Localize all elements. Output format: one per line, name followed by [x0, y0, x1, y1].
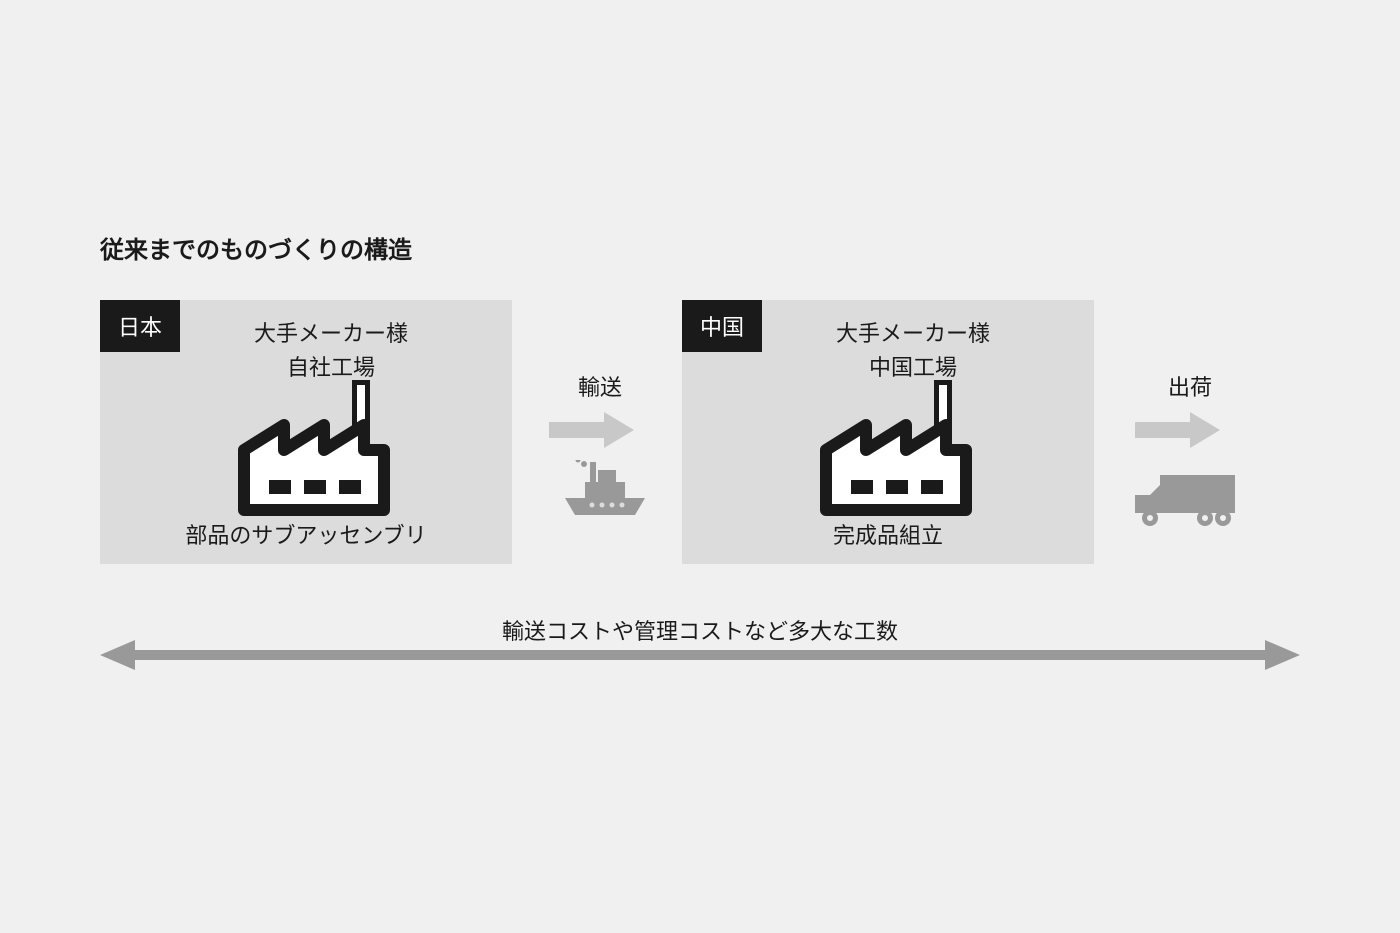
- japan-line2: 自社工場: [100, 350, 512, 382]
- japan-panel: 日本 大手メーカー様 自社工場 部品のサブアッセンブリ: [100, 300, 512, 564]
- arrow-right-icon: [544, 410, 644, 455]
- truck-icon: [1130, 470, 1240, 535]
- china-panel: 中国 大手メーカー様 中国工場 完成品組立: [682, 300, 1094, 564]
- transport-label-1: 輸送: [550, 370, 650, 402]
- factory-icon: [234, 380, 414, 520]
- diagram-title: 従来までのものづくりの構造: [100, 230, 412, 265]
- double-arrow-icon: [100, 640, 1300, 675]
- ship-icon: [560, 460, 650, 525]
- china-line1: 大手メーカー様: [682, 316, 1094, 348]
- arrow-right-icon: [1130, 410, 1230, 455]
- factory-icon: [816, 380, 996, 520]
- china-line2: 中国工場: [682, 350, 1094, 382]
- china-line3: 完成品組立: [682, 518, 1094, 550]
- japan-line3: 部品のサブアッセンブリ: [100, 518, 512, 550]
- transport-label-2: 出荷: [1140, 370, 1240, 402]
- japan-line1: 大手メーカー様: [100, 316, 512, 348]
